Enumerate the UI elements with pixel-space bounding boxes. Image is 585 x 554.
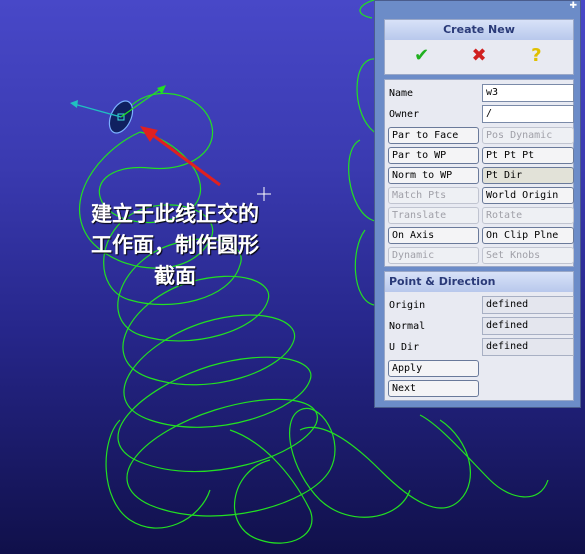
par-to-face-button[interactable]: Par to Face (388, 127, 479, 144)
origin-label: Origin (389, 300, 426, 311)
red-arrow-shaft (149, 131, 221, 187)
cross-icon[interactable]: ✖ (469, 46, 489, 66)
apply-button[interactable]: Apply (388, 360, 479, 377)
owner-field[interactable]: / (482, 105, 574, 123)
pos-dynamic-button[interactable]: Pos Dynamic (482, 127, 574, 144)
pt-dir-button[interactable]: Pt Dir (482, 167, 574, 184)
fields-section: Name w3 Owner / Par to Face Pos Dynamic … (384, 79, 574, 267)
annotation-text: 建立于此线正交的 工作面，制作圆形 截面 (60, 198, 290, 291)
header-section: Create New ✔ ✖ ? (384, 19, 574, 75)
annotation-line-2: 工作面，制作圆形 (91, 232, 259, 257)
red-arrowhead (140, 126, 158, 142)
panel-title: Create New (385, 20, 573, 40)
name-label: Name (389, 88, 414, 99)
check-icon[interactable]: ✔ (412, 46, 432, 66)
u-arrowhead (70, 100, 78, 108)
rotate-button[interactable]: Rotate (482, 207, 574, 224)
normal-label: Normal (389, 321, 426, 332)
pin-icon[interactable]: ✚ (569, 1, 577, 11)
normal-arrowhead (157, 85, 166, 94)
par-to-wp-button[interactable]: Par to WP (388, 147, 479, 164)
annotation-line-1: 建立于此线正交的 (91, 201, 259, 226)
next-button[interactable]: Next (388, 380, 479, 397)
world-origin-button[interactable]: World Origin (482, 187, 574, 204)
match-pts-button[interactable]: Match Pts (388, 187, 479, 204)
normal-value: defined (482, 317, 574, 335)
name-field[interactable]: w3 (482, 84, 574, 102)
help-icon[interactable]: ? (526, 46, 546, 66)
on-clip-plne-button[interactable]: On Clip Plne (482, 227, 574, 244)
point-direction-section: Point & Direction Origin defined Normal … (384, 271, 574, 401)
pt-pt-pt-button[interactable]: Pt Pt Pt (482, 147, 574, 164)
udir-label: U Dir (389, 342, 420, 353)
norm-to-wp-button[interactable]: Norm to WP (388, 167, 479, 184)
origin-value: defined (482, 296, 574, 314)
owner-label: Owner (389, 109, 420, 120)
set-knobs-button[interactable]: Set Knobs (482, 247, 574, 264)
translate-button[interactable]: Translate (388, 207, 479, 224)
dynamic-button[interactable]: Dynamic (388, 247, 479, 264)
create-workplane-panel: ✚ Create New ✔ ✖ ? Name w3 Owner / Par t… (374, 0, 581, 408)
annotation-line-3: 截面 (154, 263, 196, 288)
panel-toolbar: ✔ ✖ ? (385, 40, 573, 72)
on-axis-button[interactable]: On Axis (388, 227, 479, 244)
point-direction-title: Point & Direction (385, 272, 573, 292)
udir-value: defined (482, 338, 574, 356)
